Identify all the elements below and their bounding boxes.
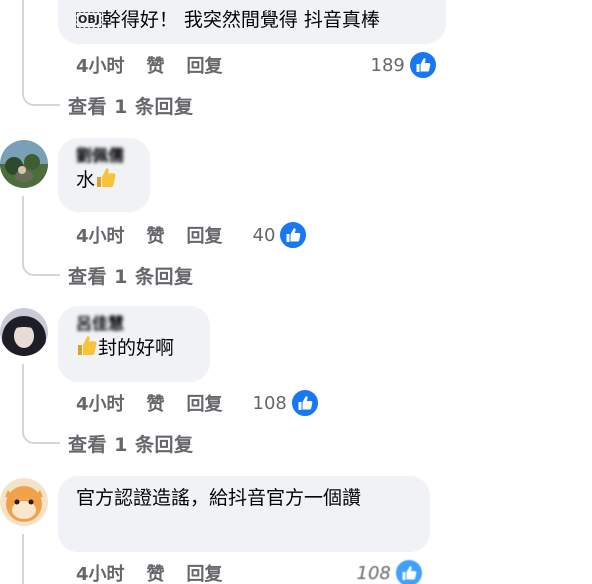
thread-line	[22, 364, 24, 430]
view-replies-link[interactable]: 查看 1 条回复	[68, 430, 193, 457]
comment-bubble: OBJ 幹得好！ 我突然間覺得 抖音真棒	[58, 0, 446, 44]
reply-button[interactable]: 回复	[187, 560, 223, 584]
thumbs-up-emoji-icon	[76, 335, 98, 365]
reaction-count[interactable]: 108	[357, 558, 424, 584]
comment-timestamp[interactable]: 4小时	[76, 52, 125, 78]
comment-timestamp[interactable]: 4小时	[76, 560, 125, 584]
thread-connector-horizontal	[34, 442, 60, 444]
reply-button[interactable]: 回复	[187, 390, 223, 416]
comment-text: 水	[76, 166, 132, 197]
comment-author[interactable]: 劉佩儒	[76, 146, 132, 166]
thread-line	[22, 0, 24, 92]
like-reaction-icon	[407, 50, 438, 80]
view-replies-link[interactable]: 查看 1 条回复	[68, 92, 193, 119]
like-button[interactable]: 赞	[147, 390, 165, 416]
like-reaction-icon	[393, 558, 424, 584]
object-replacement-glyph: OBJ	[76, 12, 102, 28]
comment-actions: 4小时 赞 回复 189	[76, 50, 438, 80]
comment-actions: 4小时 赞 回复 40	[76, 220, 309, 250]
comment-actions: 4小时 赞 回复 108	[76, 388, 320, 418]
comment-text: 封的好啊	[76, 334, 192, 365]
avatar[interactable]	[0, 308, 48, 356]
comment-text: 官方認證造謠，給抖音官方一個讚	[76, 487, 362, 509]
like-reaction-icon	[289, 388, 320, 418]
like-button[interactable]: 赞	[147, 52, 165, 78]
comment-timestamp[interactable]: 4小时	[76, 222, 125, 248]
reaction-count[interactable]: 189	[371, 50, 438, 80]
comment-thread: OBJ 幹得好！ 我突然間覺得 抖音真棒 4小时 赞 回复 189 查看 1 条回…	[0, 0, 592, 584]
view-replies-link[interactable]: 查看 1 条回复	[68, 262, 193, 289]
thumbs-up-emoji-icon	[95, 167, 117, 197]
thread-connector-horizontal	[34, 274, 60, 276]
like-button[interactable]: 赞	[147, 222, 165, 248]
comment-bubble: 官方認證造謠，給抖音官方一個讚	[58, 476, 430, 552]
like-reaction-icon	[278, 220, 309, 250]
reply-button[interactable]: 回复	[187, 52, 223, 78]
reaction-count[interactable]: 40	[253, 220, 309, 250]
comment-actions: 4小时 赞 回复 108	[76, 558, 424, 584]
comment-bubble: 呂佳慧 封的好啊	[58, 306, 210, 382]
avatar[interactable]	[0, 140, 48, 188]
avatar[interactable]	[0, 478, 48, 526]
thread-line	[22, 534, 24, 584]
like-button[interactable]: 赞	[147, 560, 165, 584]
thread-connector-horizontal	[34, 104, 60, 106]
thread-line	[22, 196, 24, 262]
reply-button[interactable]: 回复	[187, 222, 223, 248]
comment-author[interactable]: 呂佳慧	[76, 314, 192, 334]
reaction-count[interactable]: 108	[253, 388, 320, 418]
comment-text: OBJ 幹得好！ 我突然間覺得 抖音真棒	[76, 9, 380, 31]
comment-timestamp[interactable]: 4小时	[76, 390, 125, 416]
comment-bubble: 劉佩儒 水	[58, 138, 150, 212]
